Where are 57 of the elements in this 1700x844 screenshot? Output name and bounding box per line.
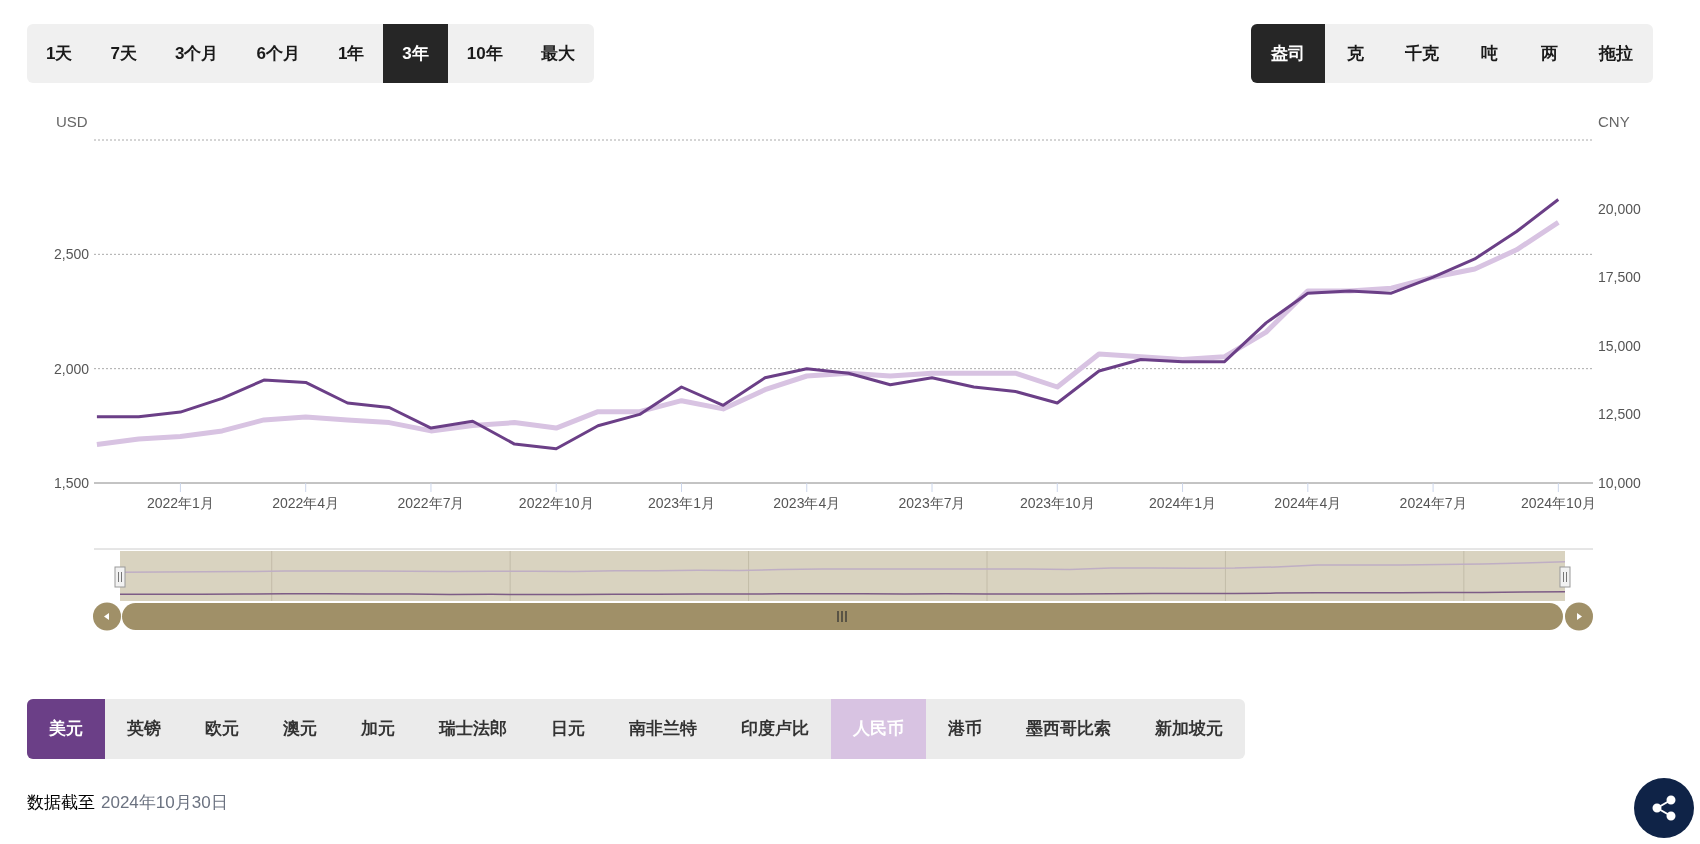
unit-tab[interactable]: 盎司 xyxy=(1251,24,1325,83)
x-axis-label: 2022年4月 xyxy=(272,495,340,511)
x-axis-label: 2024年1月 xyxy=(1149,495,1216,511)
currency-tab[interactable]: 南非兰特 xyxy=(607,699,719,759)
axis-unit-label: USD xyxy=(56,113,88,130)
x-axis-label: 2022年1月 xyxy=(146,495,214,511)
x-axis-label: 2023年1月 xyxy=(648,495,715,511)
y-axis-label: 12,500 xyxy=(1598,406,1641,423)
range-tab[interactable]: 7天 xyxy=(91,24,156,83)
x-axis-label: 2024年4月 xyxy=(1274,495,1342,511)
currency-tab[interactable]: 加元 xyxy=(339,699,417,759)
y-axis-label: 17,500 xyxy=(1598,269,1641,286)
x-axis-label: 2022年7月 xyxy=(397,495,465,511)
currency-tab[interactable]: 新加坡元 xyxy=(1133,699,1245,759)
y-axis-label: 2,000 xyxy=(53,360,89,377)
y-axis-label: 2,500 xyxy=(53,246,89,263)
x-axis-label: 2023年10月 xyxy=(1019,495,1095,511)
unit-tab[interactable]: 吨 xyxy=(1459,24,1519,83)
currency-tab[interactable]: 美元 xyxy=(27,699,105,759)
currency-tab[interactable]: 印度卢比 xyxy=(719,699,831,759)
data-date: 2024年10月30日 xyxy=(101,792,228,814)
currency-tab[interactable]: 英镑 xyxy=(105,699,183,759)
y-axis-label: 15,000 xyxy=(1598,337,1641,354)
range-tab[interactable]: 最大 xyxy=(521,24,594,83)
axis-unit-label: CNY xyxy=(1598,113,1630,130)
scrollbar-thumb[interactable] xyxy=(122,603,1563,630)
currency-tab[interactable]: 日元 xyxy=(529,699,607,759)
currency-tab[interactable]: 墨西哥比索 xyxy=(1004,699,1133,759)
unit-tab[interactable]: 拖拉 xyxy=(1579,24,1653,83)
unit-tab[interactable]: 克 xyxy=(1325,24,1385,83)
range-tab[interactable]: 10年 xyxy=(447,24,522,83)
data-date-label: 数据截至 xyxy=(27,792,95,814)
range-tab[interactable]: 1年 xyxy=(318,24,384,83)
navigator-handle[interactable] xyxy=(1559,566,1571,588)
share-icon xyxy=(1651,795,1677,821)
x-axis-label: 2024年10月 xyxy=(1521,495,1596,511)
currency-tab[interactable]: 港币 xyxy=(926,699,1004,759)
x-axis-label: 2022年10月 xyxy=(518,495,594,511)
unit-tab[interactable]: 两 xyxy=(1519,24,1579,83)
range-tab[interactable]: 3个月 xyxy=(155,24,238,83)
range-tab[interactable]: 3年 xyxy=(383,24,448,83)
y-axis-label: 1,500 xyxy=(53,475,89,491)
y-axis-label: 10,000 xyxy=(1598,475,1641,491)
x-axis-label: 2023年7月 xyxy=(898,495,966,511)
navigator-handle[interactable] xyxy=(114,566,126,588)
scroll-left-button[interactable] xyxy=(93,602,121,631)
x-axis-label: 2023年4月 xyxy=(773,495,841,511)
y-axis-label: 20,000 xyxy=(1598,200,1641,217)
share-button[interactable] xyxy=(1634,778,1694,838)
x-axis-label: 2024年7月 xyxy=(1399,495,1467,511)
range-tab[interactable]: 6个月 xyxy=(237,24,319,83)
scroll-right-button[interactable] xyxy=(1565,602,1593,631)
unit-tab[interactable]: 千克 xyxy=(1385,24,1459,83)
currency-tab[interactable]: 欧元 xyxy=(183,699,261,759)
currency-tab[interactable]: 瑞士法郎 xyxy=(417,699,529,759)
range-tab[interactable]: 1天 xyxy=(27,24,92,83)
currency-tab[interactable]: 澳元 xyxy=(261,699,339,759)
